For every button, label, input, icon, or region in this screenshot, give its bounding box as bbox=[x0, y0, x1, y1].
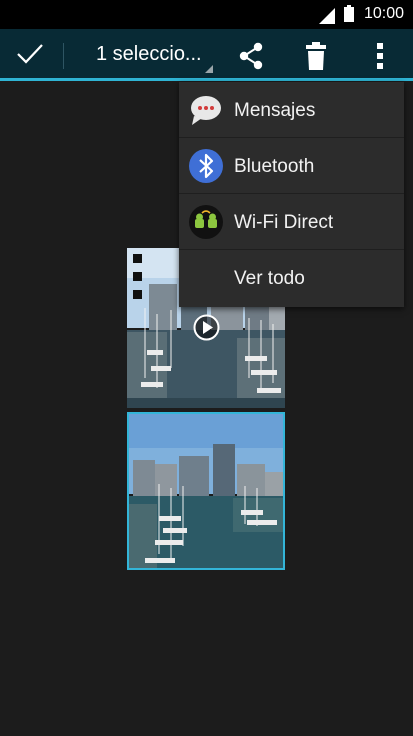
share-icon[interactable] bbox=[237, 41, 265, 71]
video-marker-icon bbox=[133, 272, 142, 281]
share-option-label: Bluetooth bbox=[234, 156, 315, 177]
wifi-direct-icon bbox=[189, 205, 223, 239]
contextual-action-bar: 1 seleccio... bbox=[0, 29, 413, 81]
dropdown-triangle-icon bbox=[205, 65, 213, 73]
harbor-photo-image bbox=[129, 414, 283, 568]
status-time: 10:00 bbox=[363, 5, 404, 22]
share-option-mensajes[interactable]: Mensajes bbox=[179, 82, 404, 138]
video-marker-icon bbox=[133, 290, 142, 299]
play-icon[interactable] bbox=[193, 314, 220, 341]
bluetooth-icon bbox=[189, 149, 223, 183]
gallery-photo-thumbnail-selected[interactable] bbox=[127, 412, 285, 570]
messages-icon bbox=[191, 96, 221, 125]
share-option-label: Ver todo bbox=[234, 268, 305, 289]
video-marker-icon bbox=[133, 254, 142, 263]
share-option-ver-todo[interactable]: Ver todo bbox=[179, 250, 404, 306]
overflow-menu-icon[interactable] bbox=[377, 43, 383, 69]
selection-count-dropdown[interactable]: 1 seleccio... bbox=[96, 43, 202, 66]
share-option-label: Mensajes bbox=[234, 100, 316, 121]
share-option-label: Wi-Fi Direct bbox=[234, 212, 334, 233]
check-icon[interactable] bbox=[16, 42, 44, 66]
battery-icon bbox=[344, 5, 354, 22]
signal-icon bbox=[319, 8, 335, 24]
trash-icon[interactable] bbox=[305, 41, 327, 71]
share-menu-popup: Mensajes Bluetooth Wi-Fi Direct Ver todo bbox=[179, 82, 404, 307]
status-bar: 10:00 bbox=[0, 0, 413, 29]
action-bar-divider bbox=[63, 43, 64, 69]
share-option-bluetooth[interactable]: Bluetooth bbox=[179, 138, 404, 194]
share-option-wifi-direct[interactable]: Wi-Fi Direct bbox=[179, 194, 404, 250]
